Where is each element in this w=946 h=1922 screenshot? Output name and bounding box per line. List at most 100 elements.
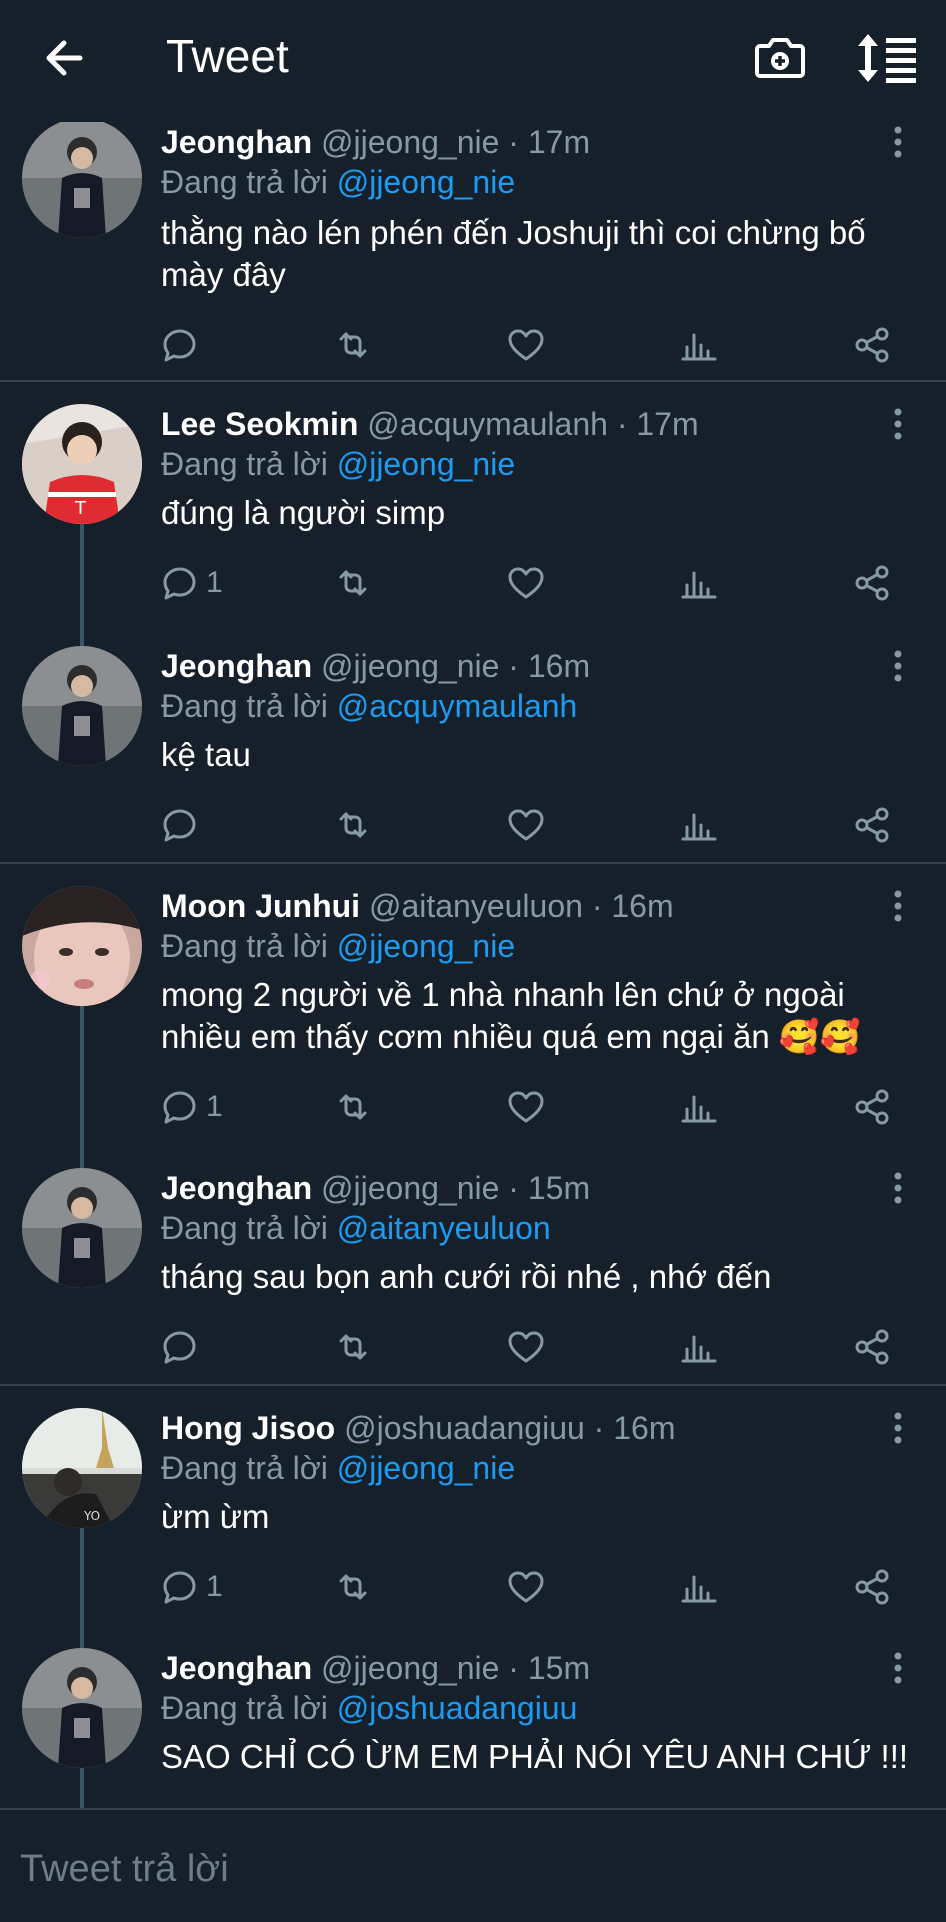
heart-icon <box>508 329 544 361</box>
analytics-button[interactable] <box>679 800 719 850</box>
camera-plus-icon[interactable] <box>752 30 808 86</box>
like-button[interactable] <box>506 1322 546 1372</box>
user-handle[interactable]: @jjeong_nie <box>321 124 499 160</box>
divider <box>0 380 946 382</box>
tweet[interactable]: Jeonghan @jjeong_nie · 17m Đang trả lời … <box>0 122 946 382</box>
like-button[interactable] <box>506 558 546 608</box>
back-arrow-icon[interactable] <box>36 30 92 86</box>
avatar[interactable] <box>22 1168 142 1288</box>
display-name[interactable]: Moon Junhui <box>161 888 360 924</box>
tweet[interactable]: Jeonghan @jjeong_nie · 15m Đang trả lời … <box>0 1168 946 1388</box>
reply-to-handle[interactable]: @jjeong_nie <box>337 164 515 200</box>
reply-icon <box>163 1331 196 1364</box>
more-options-icon[interactable] <box>880 1168 916 1208</box>
retweet-icon <box>339 332 367 358</box>
display-name[interactable]: Jeonghan <box>161 1650 312 1686</box>
more-options-icon[interactable] <box>880 1408 916 1448</box>
reply-count: 1 <box>206 1570 223 1603</box>
retweet-button[interactable] <box>333 1562 373 1612</box>
more-options-icon[interactable] <box>880 646 916 686</box>
retweet-button[interactable] <box>333 1322 373 1372</box>
tweet-actions <box>0 1322 946 1372</box>
reply-to-handle[interactable]: @jjeong_nie <box>337 928 515 964</box>
retweet-button[interactable] <box>333 558 373 608</box>
tweet-actions <box>0 320 946 370</box>
display-name[interactable]: Hong Jisoo <box>161 1410 335 1446</box>
display-name[interactable]: Lee Seokmin <box>161 406 358 442</box>
retweet-button[interactable] <box>333 800 373 850</box>
display-name[interactable]: Jeonghan <box>161 648 312 684</box>
display-name[interactable]: Jeonghan <box>161 124 312 160</box>
avatar[interactable]: T <box>22 404 142 524</box>
analytics-button[interactable] <box>679 558 719 608</box>
share-icon <box>855 1089 889 1125</box>
share-button[interactable] <box>852 1322 892 1372</box>
more-options-icon[interactable] <box>880 404 916 444</box>
user-handle[interactable]: @joshuadangiuu <box>344 1410 585 1446</box>
reply-to-handle[interactable]: @jjeong_nie <box>337 446 515 482</box>
user-handle[interactable]: @jjeong_nie <box>321 1650 499 1686</box>
user-handle[interactable]: @jjeong_nie <box>321 1170 499 1206</box>
replying-to-label: Đang trả lời <box>161 688 328 724</box>
reply-count: 1 <box>206 1090 223 1123</box>
share-button[interactable] <box>852 558 892 608</box>
reply-button[interactable]: 1 <box>160 1562 223 1612</box>
svg-text:T: T <box>74 498 87 519</box>
share-icon <box>855 1569 889 1605</box>
analytics-icon <box>681 813 717 841</box>
tweet[interactable]: Jeonghan @jjeong_nie · 16m Đang trả lời … <box>0 646 946 866</box>
avatar[interactable] <box>22 122 142 238</box>
avatar[interactable] <box>22 646 142 766</box>
replying-to-label: Đang trả lời <box>161 164 328 200</box>
more-options-icon[interactable] <box>880 1648 916 1688</box>
analytics-button[interactable] <box>679 320 719 370</box>
avatar[interactable]: YO <box>22 1408 142 1528</box>
reply-button[interactable] <box>160 800 206 850</box>
user-handle[interactable]: @acquymaulanh <box>367 406 608 442</box>
analytics-button[interactable] <box>679 1562 719 1612</box>
sort-icon[interactable] <box>856 30 920 86</box>
reply-button[interactable] <box>160 1322 206 1372</box>
display-name[interactable]: Jeonghan <box>161 1170 312 1206</box>
user-handle[interactable]: @jjeong_nie <box>321 648 499 684</box>
share-icon <box>855 327 889 363</box>
like-button[interactable] <box>506 1562 546 1612</box>
reply-button[interactable]: 1 <box>160 1082 223 1132</box>
reply-button[interactable]: 1 <box>160 558 223 608</box>
user-handle[interactable]: @aitanyeuluon <box>369 888 583 924</box>
analytics-button[interactable] <box>679 1322 719 1372</box>
like-button[interactable] <box>506 1082 546 1132</box>
reply-to-handle[interactable]: @jjeong_nie <box>337 1450 515 1486</box>
like-button[interactable] <box>506 800 546 850</box>
reply-to-handle[interactable]: @acquymaulanh <box>337 688 578 724</box>
tweet-text: ừm ừm <box>161 1498 270 1535</box>
tweet[interactable]: T Lee Seokmin @acquymaulanh · 17m Đang t… <box>0 404 946 604</box>
share-button[interactable] <box>852 320 892 370</box>
more-options-icon[interactable] <box>880 122 916 162</box>
tweet[interactable]: YO Hong Jisoo @joshuadangiuu · 16m Đang … <box>0 1408 946 1608</box>
share-icon <box>855 1329 889 1365</box>
reply-button[interactable] <box>160 320 206 370</box>
tweet-reply-input[interactable] <box>18 1840 922 1898</box>
share-icon <box>855 807 889 843</box>
like-button[interactable] <box>506 320 546 370</box>
more-options-icon[interactable] <box>880 886 916 926</box>
share-button[interactable] <box>852 1082 892 1132</box>
reply-to-handle[interactable]: @aitanyeuluon <box>337 1210 551 1246</box>
tweet-text: mong 2 người về 1 nhà nhanh lên chứ ở ng… <box>161 976 862 1055</box>
avatar[interactable] <box>22 886 142 1006</box>
analytics-button[interactable] <box>679 1082 719 1132</box>
tweet-text: đúng là người simp <box>161 494 446 531</box>
tweet-actions: 1 <box>0 1082 946 1132</box>
retweet-icon <box>339 1574 367 1600</box>
tweet-time: · 16m <box>593 1410 676 1446</box>
reply-to-handle[interactable]: @joshuadangiuu <box>337 1690 578 1726</box>
tweet-time: · 16m <box>591 888 674 924</box>
retweet-button[interactable] <box>333 320 373 370</box>
share-button[interactable] <box>852 800 892 850</box>
share-button[interactable] <box>852 1562 892 1612</box>
tweet[interactable]: Jeonghan @jjeong_nie · 15m Đang trả lời … <box>0 1648 946 1808</box>
tweet[interactable]: Moon Junhui @aitanyeuluon · 16m Đang trả… <box>0 886 946 1146</box>
retweet-button[interactable] <box>333 1082 373 1132</box>
avatar[interactable] <box>22 1648 142 1768</box>
